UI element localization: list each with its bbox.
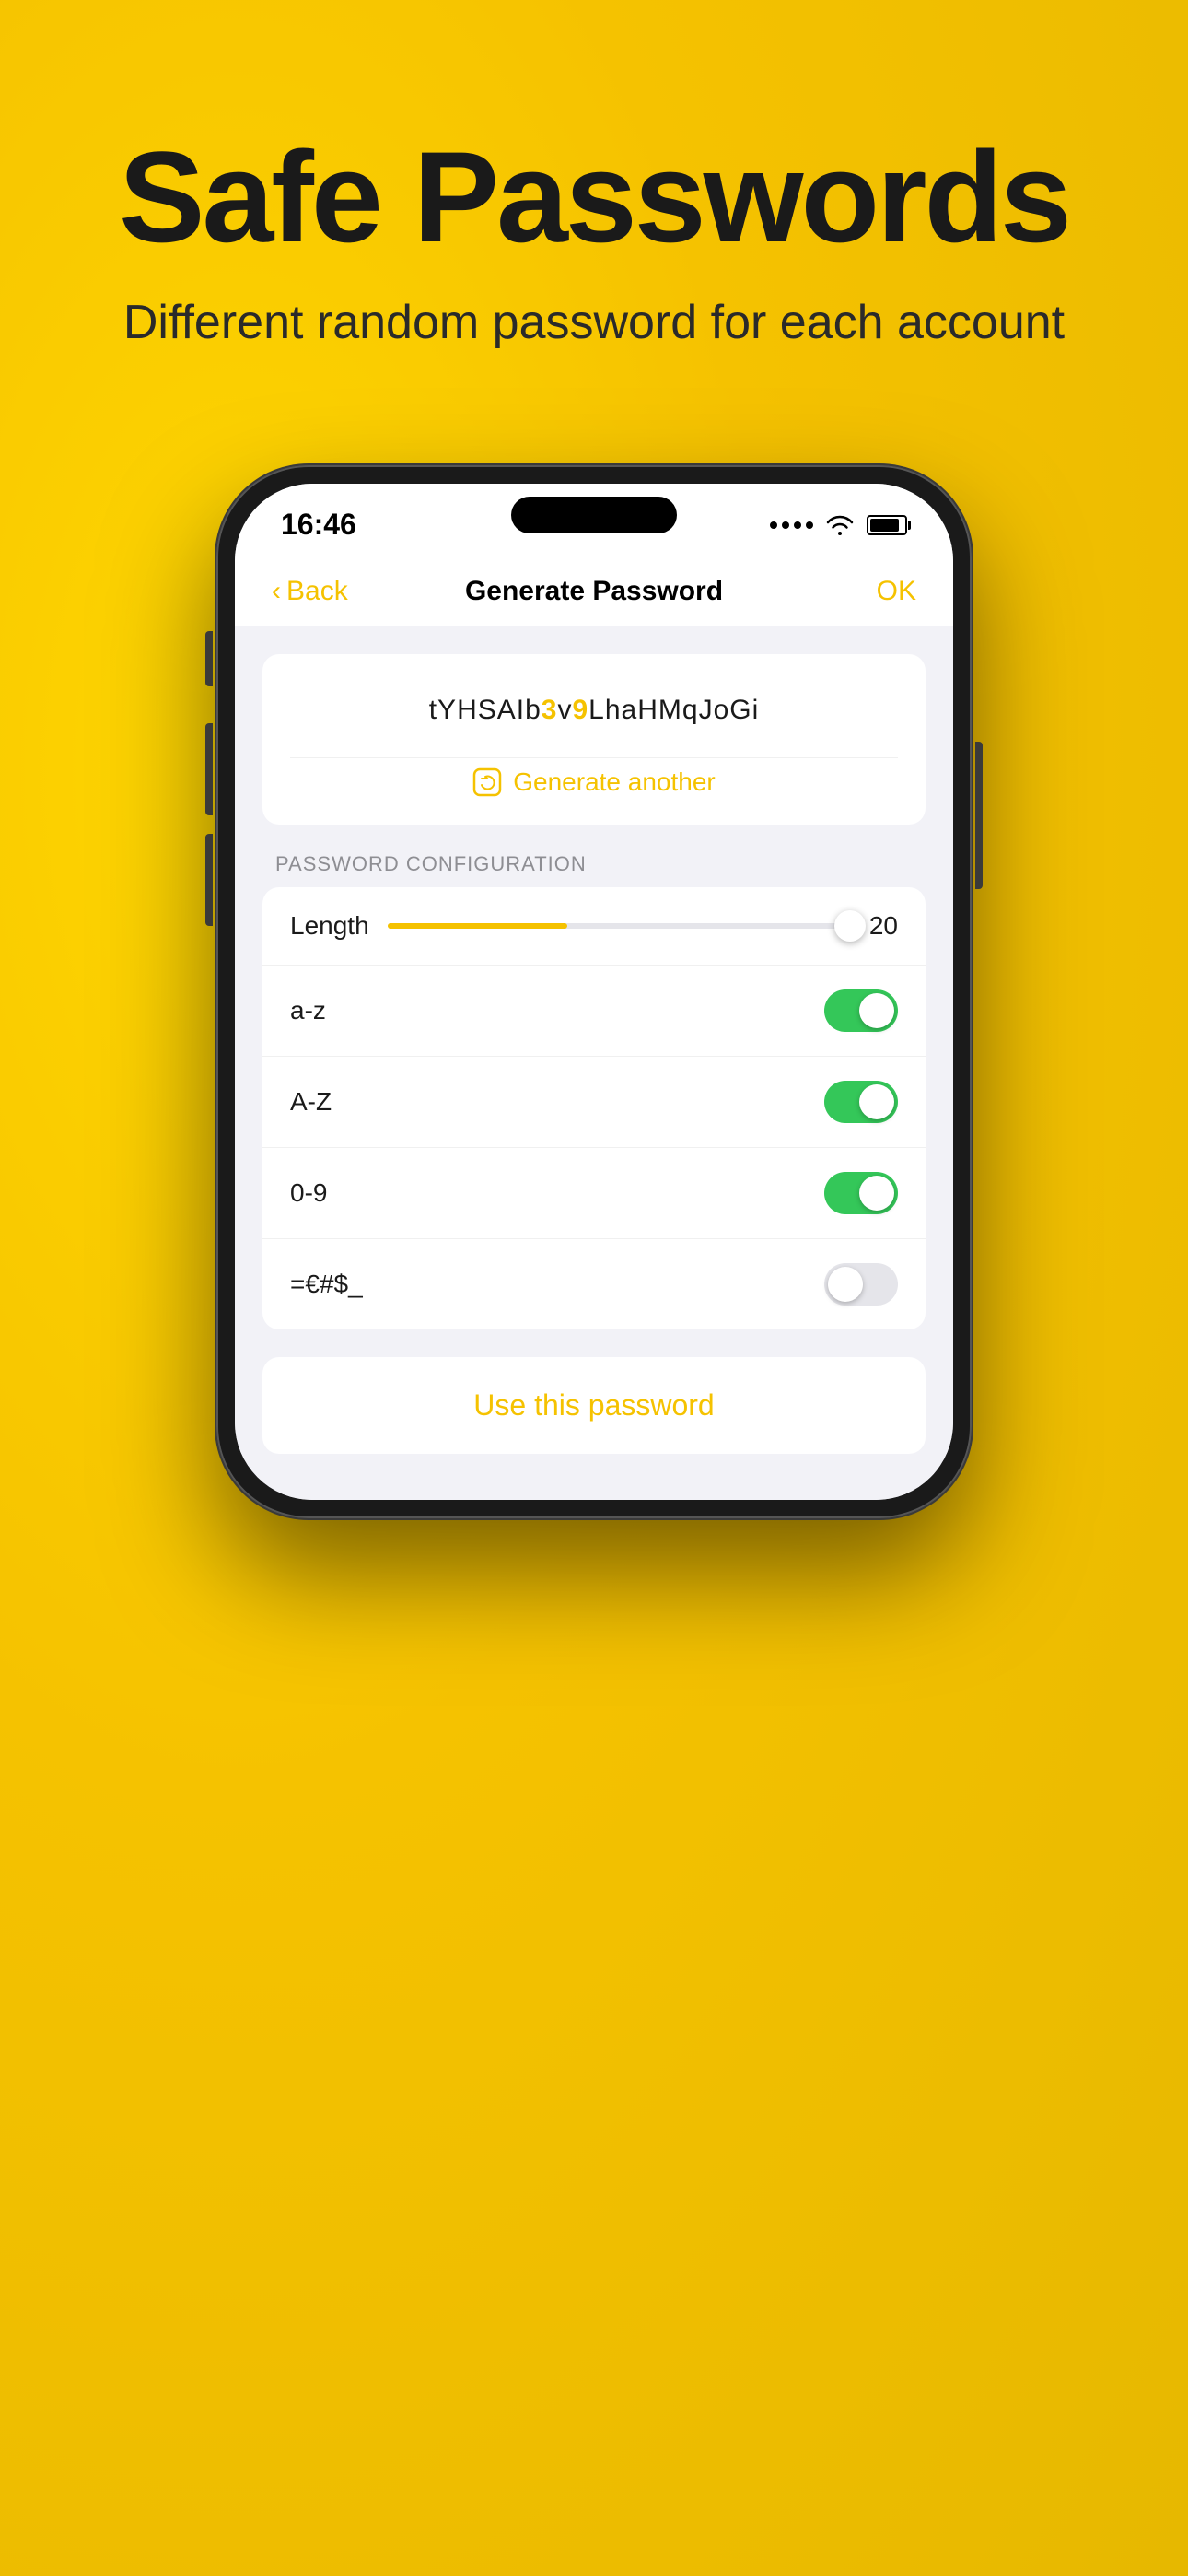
password-card: tYHSAIb3v9LhaHMqJoGi Generate another xyxy=(262,654,926,825)
length-slider-track xyxy=(388,923,861,929)
signal-dot-3 xyxy=(794,521,801,529)
config-section-label: PASSWORD CONFIGURATION xyxy=(262,852,926,876)
content-area: tYHSAIb3v9LhaHMqJoGi Generate another PA… xyxy=(235,626,953,1500)
pw-char-q: q xyxy=(682,695,699,725)
numbers-label: 0-9 xyxy=(290,1178,327,1208)
az-uppercase-label: A-Z xyxy=(290,1087,332,1117)
pw-char-3: 3 xyxy=(542,695,558,725)
symbols-label: =€#$_ xyxy=(290,1270,363,1299)
toggle-thumb-az-uppercase xyxy=(859,1084,894,1119)
header-section: Safe Passwords Different random password… xyxy=(0,0,1188,410)
phone-wrapper: 16:46 xyxy=(0,465,1188,1518)
password-display: tYHSAIb3v9LhaHMqJoGi xyxy=(290,691,898,730)
pw-char-I: I xyxy=(517,695,525,725)
use-password-card: Use this password xyxy=(262,1357,926,1454)
symbols-toggle[interactable] xyxy=(824,1263,898,1306)
refresh-icon xyxy=(472,767,502,797)
nav-title: Generate Password xyxy=(465,576,723,607)
pw-char-H2: H xyxy=(637,695,658,725)
slider-container xyxy=(388,923,861,929)
pw-char-a: a xyxy=(622,695,638,725)
pw-char-A: A xyxy=(497,695,517,725)
numbers-toggle[interactable] xyxy=(824,1172,898,1214)
generate-another-label: Generate another xyxy=(513,767,716,797)
pw-char-i: i xyxy=(752,695,760,725)
phone-side-button-volume-up xyxy=(205,723,213,815)
signal-dot-4 xyxy=(806,521,813,529)
signal-icon xyxy=(770,521,813,529)
az-lowercase-row: a-z xyxy=(262,966,926,1057)
pw-char-9: 9 xyxy=(572,695,588,725)
length-value: 20 xyxy=(861,911,898,941)
pw-char-h: h xyxy=(605,695,622,725)
phone-side-button-mute xyxy=(205,631,213,686)
az-lowercase-toggle[interactable] xyxy=(824,989,898,1032)
nav-ok-button[interactable]: OK xyxy=(877,576,916,607)
pw-char-J: J xyxy=(699,695,714,725)
dynamic-island xyxy=(511,497,677,533)
status-time: 16:46 xyxy=(281,508,356,542)
phone-frame: 16:46 xyxy=(216,465,972,1518)
generate-another-button[interactable]: Generate another xyxy=(290,757,898,797)
phone-side-button-volume-down xyxy=(205,834,213,926)
toggle-thumb-numbers xyxy=(859,1176,894,1211)
subtitle: Different random password for each accou… xyxy=(74,292,1114,355)
pw-char-H: H xyxy=(457,695,478,725)
pw-char-b: b xyxy=(525,695,542,725)
pw-char-S: S xyxy=(478,695,497,725)
numbers-row: 0-9 xyxy=(262,1148,926,1239)
pw-char-o: o xyxy=(714,695,730,725)
config-card: Length 20 a-z xyxy=(262,887,926,1329)
toggle-thumb-az-lowercase xyxy=(859,993,894,1028)
signal-dot-1 xyxy=(770,521,777,529)
slider-fill xyxy=(388,923,567,929)
az-uppercase-toggle[interactable] xyxy=(824,1081,898,1123)
status-icons xyxy=(770,515,907,535)
use-password-button[interactable]: Use this password xyxy=(262,1357,926,1454)
pw-char-t: t xyxy=(429,695,437,725)
nav-bar: ‹ Back Generate Password OK xyxy=(235,557,953,626)
signal-dot-2 xyxy=(782,521,789,529)
pw-char-Y: Y xyxy=(437,695,457,725)
main-title: Safe Passwords xyxy=(74,129,1114,264)
chevron-left-icon: ‹ xyxy=(272,576,281,607)
nav-back-button[interactable]: ‹ Back xyxy=(272,576,348,607)
length-label: Length xyxy=(290,911,369,941)
pw-char-G: G xyxy=(729,695,751,725)
pw-char-v: v xyxy=(557,695,572,725)
wifi-icon xyxy=(826,515,854,535)
length-row: Length 20 xyxy=(262,887,926,966)
toggle-thumb-symbols xyxy=(828,1267,863,1302)
az-lowercase-label: a-z xyxy=(290,996,326,1025)
phone-side-button-power xyxy=(975,742,983,889)
az-uppercase-row: A-Z xyxy=(262,1057,926,1148)
phone-screen: 16:46 xyxy=(235,484,953,1500)
battery-fill xyxy=(870,519,899,532)
slider-thumb[interactable] xyxy=(834,910,866,942)
back-label: Back xyxy=(286,576,348,607)
battery-icon xyxy=(867,515,907,535)
pw-char-L: L xyxy=(588,695,605,725)
symbols-row: =€#$_ xyxy=(262,1239,926,1329)
pw-char-M: M xyxy=(658,695,682,725)
